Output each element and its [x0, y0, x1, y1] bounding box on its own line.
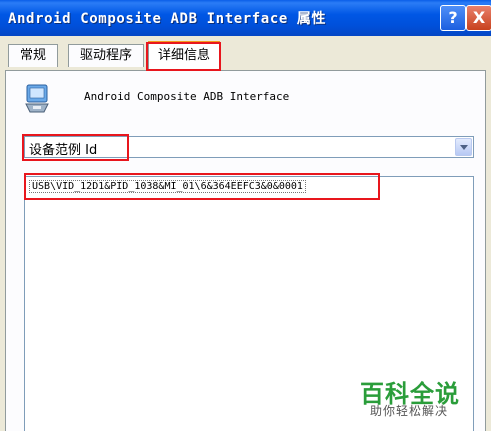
usb-device-icon: [25, 84, 49, 113]
help-button[interactable]: ?: [440, 5, 466, 31]
property-select-value: 设备范例 Id: [29, 143, 98, 158]
watermark-subtitle: 助你轻松解决: [370, 404, 449, 418]
list-item[interactable]: USB\VID_12D1&PID_1038&MI_01\6&364EEFC3&0…: [29, 180, 306, 193]
device-name: Android Composite ADB Interface: [84, 90, 290, 103]
title-bar[interactable]: Android Composite ADB Interface 属性 ? X: [0, 0, 491, 36]
tab-strip: 常规 驱动程序 详细信息: [0, 36, 491, 70]
chevron-down-icon[interactable]: [455, 138, 472, 156]
tab-general[interactable]: 常规: [8, 44, 58, 67]
window-title: Android Composite ADB Interface 属性: [8, 11, 327, 27]
tab-details[interactable]: 详细信息: [148, 41, 220, 70]
property-select[interactable]: 设备范例 Id: [24, 136, 474, 158]
close-button[interactable]: X: [466, 5, 491, 31]
tab-driver[interactable]: 驱动程序: [68, 44, 144, 67]
